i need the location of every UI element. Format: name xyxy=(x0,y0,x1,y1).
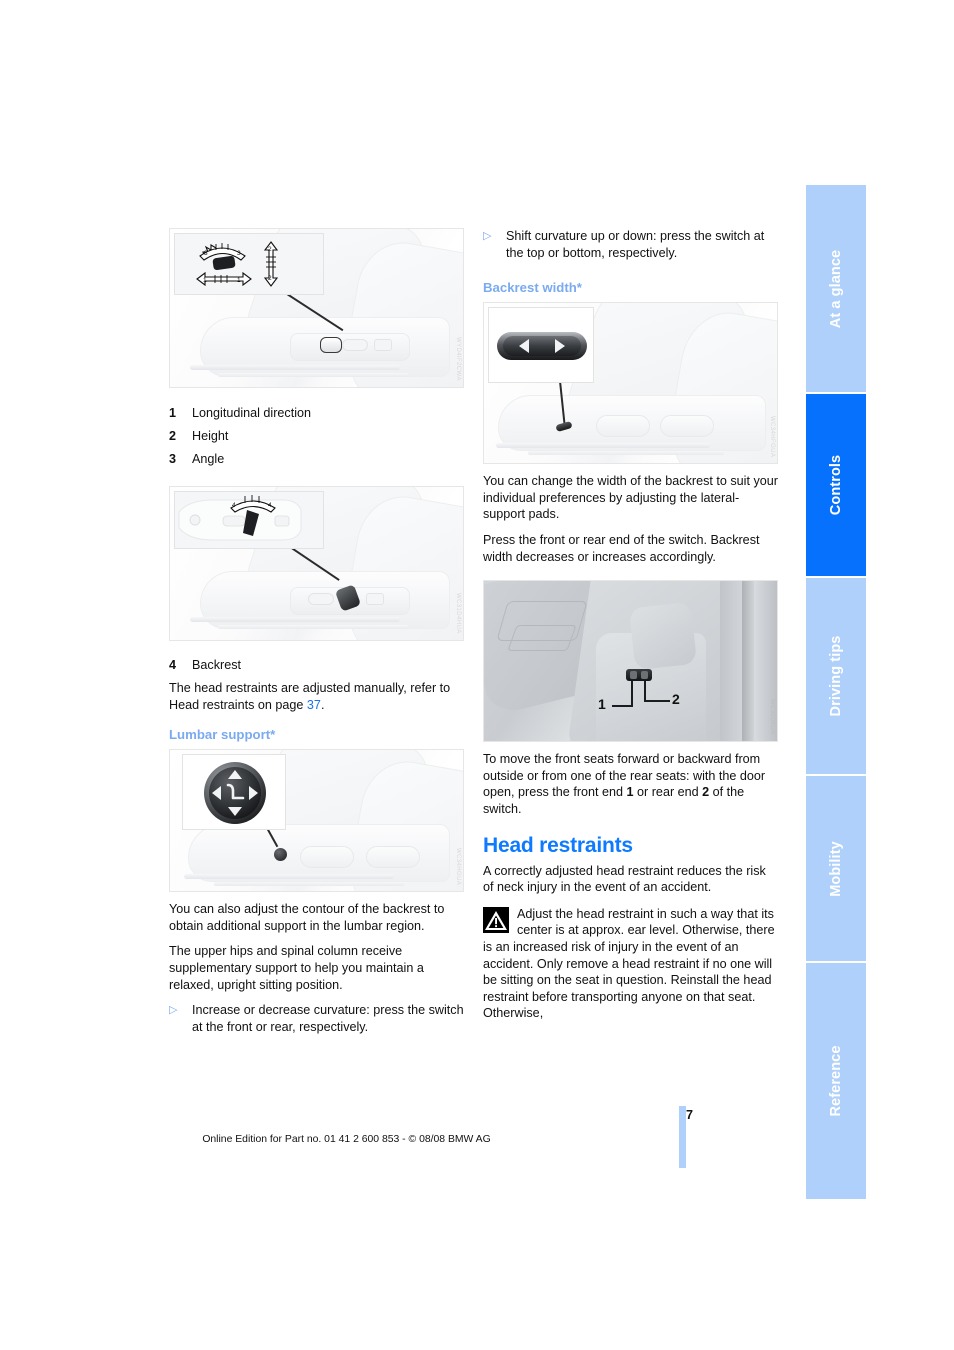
legend-label: Height xyxy=(192,429,229,443)
svg-text:1: 1 xyxy=(237,277,241,284)
warning-triangle-icon xyxy=(483,906,509,933)
legend-number: 4 xyxy=(169,658,177,672)
legend-row: 1 Longitudinal direction xyxy=(169,402,464,424)
lumbar-bullet-item: ▷ Increase or decrease curvature: press … xyxy=(169,1002,464,1035)
figure-inset-backrest-width-switch xyxy=(488,307,594,384)
legend-row: 4 Backrest xyxy=(169,654,464,676)
warning-block: Adjust the head restraint in such a way … xyxy=(483,906,778,1022)
side-tab-mobility[interactable]: Mobility xyxy=(806,776,866,961)
page-link[interactable]: 37 xyxy=(307,698,321,712)
side-tab-driving-tips[interactable]: Driving tips xyxy=(806,578,866,774)
backrest-width-paragraph-1: You can change the width of the backrest… xyxy=(483,474,778,522)
right-column: ▷ Shift curvature up or down: press the … xyxy=(483,228,778,1022)
figure-inset-lumbar-switch xyxy=(182,754,286,831)
figure-inset-seat-switch: 3 3 1 1 2 2 xyxy=(174,233,324,295)
figure-backrest-switch: 4 4 WC31D4HUA xyxy=(169,486,464,641)
head-restraints-intro-paragraph: A correctly adjusted head restraint redu… xyxy=(483,863,766,895)
figure-code: WC34HGUA xyxy=(455,847,461,886)
figure-code: WC34HFGUA xyxy=(769,415,775,458)
figure-code: WYD4IF2CWA xyxy=(455,337,461,381)
legend-list-seat-switch: 1 Longitudinal direction 2 Height 3 Angl… xyxy=(169,402,464,470)
side-tab-label: Mobility xyxy=(828,840,844,897)
svg-text:1: 1 xyxy=(203,277,207,284)
lumbar-paragraph-1: You can also adjust the contour of the b… xyxy=(169,902,445,933)
head-restraints-cross-reference: The head restraints are adjusted manuall… xyxy=(169,681,451,712)
svg-text:3: 3 xyxy=(204,250,208,257)
legend-label: Backrest xyxy=(192,658,241,672)
legend-number: 2 xyxy=(169,429,177,443)
svg-text:2: 2 xyxy=(268,275,272,282)
svg-text:4: 4 xyxy=(268,502,272,509)
lumbar-four-way-switch-icon xyxy=(204,762,266,825)
figure-lumbar-switch: WC34HGUA xyxy=(169,749,464,893)
lumbar-paragraph-2: The upper hips and spinal column receive… xyxy=(169,944,424,992)
left-column: 3 3 1 1 2 2 WYD4IF2CWA 1 Longitudinal di… xyxy=(169,228,464,1035)
figure-code: WC30D0UA xyxy=(769,699,775,736)
side-tab-label: At a glance xyxy=(828,249,844,328)
front-end-number: 1 xyxy=(626,785,634,800)
side-tab-label: Driving tips xyxy=(828,635,844,717)
side-tab-label: Controls xyxy=(828,454,844,516)
footer-edition-text: Online Edition for Part no. 01 41 2 600 … xyxy=(202,1134,491,1145)
triangle-bullet-icon: ▷ xyxy=(169,1004,178,1017)
lumbar-bullet-text: Increase or decrease curvature: press th… xyxy=(192,1003,464,1034)
backrest-width-paragraph-2: Press the front or rear end of the switc… xyxy=(483,532,760,564)
figure-code: WC31D4HUA xyxy=(455,593,461,634)
figure-label-front-end: 1 xyxy=(598,696,606,713)
svg-text:3: 3 xyxy=(237,250,241,257)
legend-row: 2 Height xyxy=(169,425,464,447)
backrest-width-heading: Backrest width* xyxy=(483,280,582,296)
side-tab-navigation: At a glance Controls Driving tips Mobili… xyxy=(806,185,866,1199)
lumbar-support-heading: Lumbar support* xyxy=(169,727,276,743)
move-front-seats-paragraph: To move the front seats forward or backw… xyxy=(483,752,766,816)
legend-label: Longitudinal direction xyxy=(192,406,312,420)
footer-accent-bar xyxy=(679,1106,686,1168)
figure-inset-backrest-switch: 4 4 xyxy=(174,491,324,549)
figure-seat-adjustment-switch: 3 3 1 1 2 2 WYD4IF2CWA xyxy=(169,228,464,388)
figure-label-rear-end: 2 xyxy=(672,691,680,708)
head-restraints-section-heading: Head restraints xyxy=(483,833,633,857)
seat-switch-diagram-icon: 3 3 1 1 2 2 xyxy=(196,241,279,287)
shift-curvature-bullet-item: ▷ Shift curvature up or down: press the … xyxy=(483,228,778,261)
svg-text:4: 4 xyxy=(232,502,236,509)
legend-number: 3 xyxy=(169,452,177,466)
page-number: 37 xyxy=(0,1108,693,1122)
side-tab-reference[interactable]: Reference xyxy=(806,963,866,1199)
backrest-width-rocker-switch-icon xyxy=(497,332,587,361)
manual-page: At a glance Controls Driving tips Mobili… xyxy=(0,0,954,1350)
svg-text:2: 2 xyxy=(268,246,272,253)
legend-list-backrest: 4 Backrest xyxy=(169,654,464,676)
legend-label: Angle xyxy=(192,452,225,466)
side-tab-at-a-glance[interactable]: At a glance xyxy=(806,185,866,392)
side-tab-controls[interactable]: Controls xyxy=(806,394,866,576)
warning-text: Adjust the head restraint in such a way … xyxy=(483,906,775,1021)
backrest-switch-diagram-icon: 4 4 xyxy=(178,495,302,541)
legend-number: 1 xyxy=(169,406,177,420)
triangle-bullet-icon: ▷ xyxy=(483,230,492,242)
shift-curvature-text: Shift curvature up or down: press the sw… xyxy=(506,229,765,260)
side-tab-label: Reference xyxy=(828,1045,844,1117)
figure-backrest-width-switch: WC34HFGUA xyxy=(483,302,778,465)
legend-row: 3 Angle xyxy=(169,448,464,470)
figure-door-side-switch: 1 2 WC30D0UA xyxy=(483,580,778,743)
